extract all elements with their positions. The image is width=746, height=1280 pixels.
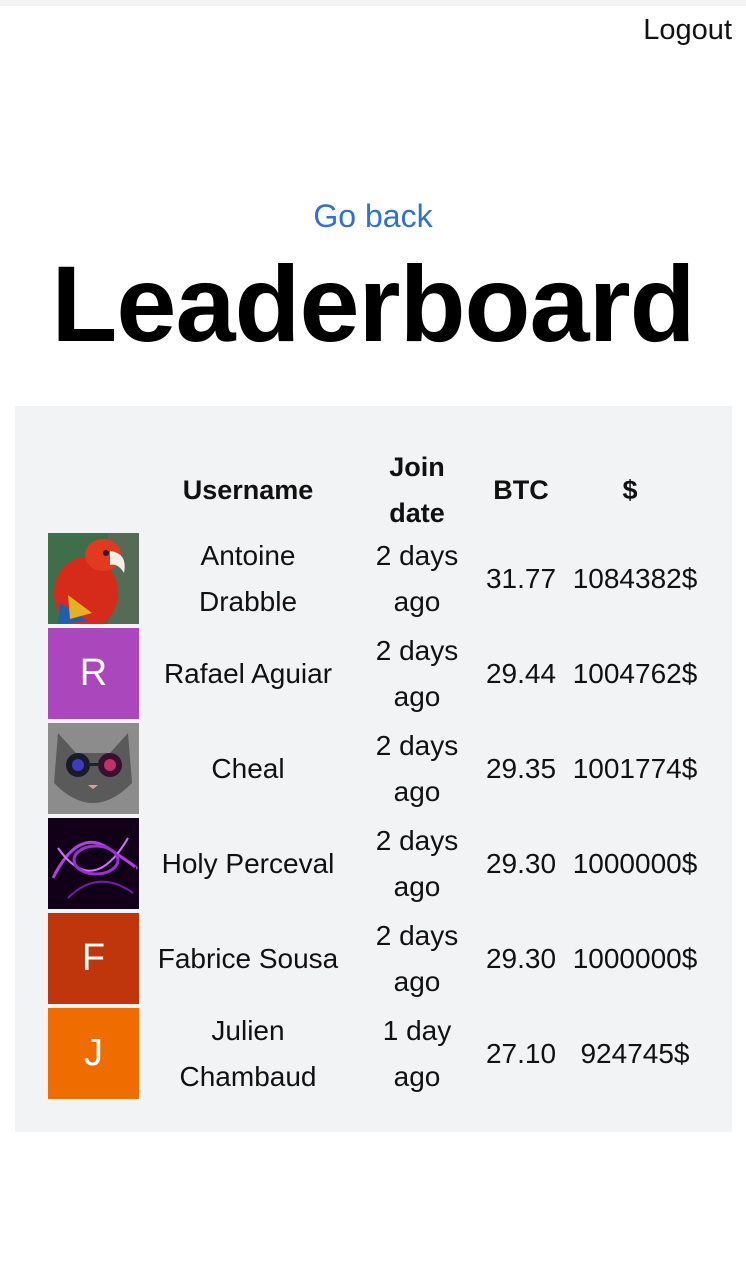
username-cell: Holy Perceval: [161, 848, 335, 879]
join-date-cell: 2 days ago: [375, 540, 459, 617]
username-cell: Fabrice Sousa: [157, 943, 339, 974]
btc-cell: 27.10: [485, 1038, 557, 1069]
usd-cell: 1001774$: [572, 753, 698, 784]
btc-cell: 29.30: [485, 943, 557, 974]
column-header-usd: $: [622, 475, 638, 505]
table-row: F Fabrice Sousa 2 days ago 29.30 1000000…: [15, 913, 732, 1005]
join-date-cell: 2 days ago: [375, 730, 459, 807]
avatar: [48, 723, 139, 814]
cat-sunglasses-avatar-icon: [48, 723, 139, 814]
btc-cell: 29.30: [485, 848, 557, 879]
column-header-btc: BTC: [493, 475, 549, 505]
column-header-username: Username: [182, 475, 314, 505]
username-cell: Julien Chambaud: [179, 1015, 317, 1092]
btc-cell: 31.77: [485, 563, 557, 594]
join-date-cell: 2 days ago: [375, 920, 459, 997]
usd-cell: 1000000$: [572, 848, 698, 879]
usd-cell: 1004762$: [572, 658, 698, 689]
table-row: J Julien Chambaud 1 day ago 27.10 924745…: [15, 1008, 732, 1100]
purple-abstract-avatar-icon: [48, 818, 139, 909]
join-date-cell: 1 day ago: [382, 1015, 452, 1092]
avatar: [48, 818, 139, 909]
avatar: [48, 533, 139, 624]
usd-cell: 1000000$: [572, 943, 698, 974]
usd-cell: 924745$: [580, 1038, 690, 1069]
table-row: R Rafael Aguiar 2 days ago 29.44 1004762…: [15, 628, 732, 720]
top-bar: [0, 0, 746, 6]
avatar-letter: R: [79, 652, 108, 694]
page-title: Leaderboard: [51, 243, 695, 364]
column-header-join-date: Join date: [389, 452, 445, 528]
avatar-letter: J: [84, 1032, 103, 1074]
avatar: J: [48, 1008, 139, 1099]
table-row: Antoine Drabble 2 days ago 31.77 1084382…: [15, 533, 732, 625]
username-cell: Antoine Drabble: [198, 540, 298, 617]
username-cell: Rafael Aguiar: [163, 658, 333, 689]
table-header: Username Join date BTC $: [15, 444, 732, 536]
logout-button[interactable]: Logout: [643, 14, 732, 47]
btc-cell: 29.35: [485, 753, 557, 784]
table-row: Cheal 2 days ago 29.35 1001774$: [15, 723, 732, 815]
avatar: R: [48, 628, 139, 719]
table-row: Holy Perceval 2 days ago 29.30 1000000$: [15, 818, 732, 910]
avatar: F: [48, 913, 139, 1004]
parrot-avatar-icon: [48, 533, 139, 624]
join-date-cell: 2 days ago: [375, 635, 459, 712]
avatar-letter: F: [81, 937, 106, 979]
btc-cell: 29.44: [485, 658, 557, 689]
username-cell: Cheal: [211, 753, 285, 784]
leaderboard-table: Username Join date BTC $ Antoine Drabble…: [15, 406, 732, 1132]
join-date-cell: 2 days ago: [375, 825, 459, 902]
go-back-link[interactable]: Go back: [0, 198, 746, 235]
usd-cell: 1084382$: [572, 563, 698, 594]
